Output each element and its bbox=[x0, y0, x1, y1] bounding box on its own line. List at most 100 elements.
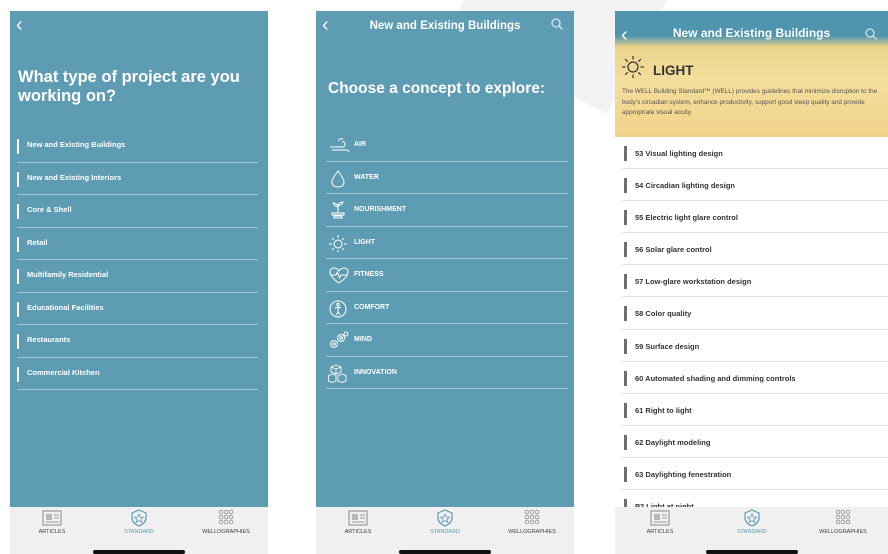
concept-item-water[interactable]: WATER bbox=[326, 162, 568, 194]
list-marker bbox=[17, 204, 19, 219]
list-marker bbox=[624, 306, 627, 322]
heart-pulse-icon bbox=[329, 267, 349, 284]
list-item-label: Core & Shell bbox=[27, 205, 72, 214]
list-marker bbox=[624, 242, 627, 258]
search-icon[interactable] bbox=[864, 27, 878, 41]
tab-label: STANDARD bbox=[124, 529, 154, 535]
tab-wellographies[interactable]: WELLOGRAPHIES bbox=[186, 509, 266, 545]
concept-item-nourishment[interactable]: NOURISHMENT bbox=[326, 194, 568, 227]
mind-icon bbox=[330, 331, 349, 348]
standard-badge-icon bbox=[131, 509, 147, 527]
list-item[interactable]: 57 Low-glare workstation design bbox=[622, 265, 888, 298]
phone-screen-light-features: ‹ New and Existing Buildings LIGHT The W… bbox=[615, 11, 888, 554]
tab-label: ARTICLES bbox=[646, 529, 674, 535]
concept-name: LIGHT bbox=[653, 63, 694, 78]
tab-articles[interactable]: ARTICLES bbox=[620, 509, 700, 545]
standard-badge-icon bbox=[744, 509, 760, 527]
tab-standard[interactable]: STANDARD bbox=[712, 509, 792, 545]
sun-icon bbox=[329, 234, 347, 252]
sun-icon bbox=[622, 56, 644, 78]
list-marker bbox=[17, 269, 19, 284]
list-marker bbox=[624, 434, 627, 450]
list-item[interactable]: Commercial Kitchen bbox=[17, 358, 258, 390]
list-item[interactable]: Multifamily Residential bbox=[17, 260, 258, 293]
list-marker bbox=[624, 210, 627, 226]
list-item[interactable]: 60 Automated shading and dimming control… bbox=[622, 362, 888, 394]
list-item-label: Retail bbox=[27, 237, 48, 247]
nav-title: New and Existing Buildings bbox=[369, 20, 521, 32]
tab-standard[interactable]: STANDARD bbox=[99, 509, 179, 545]
list-marker bbox=[624, 402, 627, 418]
home-indicator[interactable] bbox=[399, 550, 491, 554]
list-item[interactable]: 59 Surface design bbox=[622, 330, 888, 362]
list-item[interactable]: Restaurants bbox=[17, 325, 258, 358]
list-marker bbox=[624, 146, 627, 161]
standard-badge-icon bbox=[437, 509, 453, 527]
concept-item-light[interactable]: LIGHT bbox=[326, 227, 568, 259]
concept-description: The WELL Building Standard™ (WELL) provi… bbox=[622, 88, 878, 116]
list-item-label: 63 Daylighting fenestration bbox=[635, 469, 732, 479]
search-icon[interactable] bbox=[550, 17, 564, 31]
list-item[interactable]: Retail bbox=[17, 228, 258, 260]
articles-icon bbox=[348, 510, 368, 526]
list-item[interactable]: 54 Circadian lighting design bbox=[622, 169, 888, 202]
tab-label: STANDARD bbox=[430, 529, 460, 535]
list-item-label: 53 Visual lighting design bbox=[635, 149, 723, 158]
concept-label: MIND bbox=[354, 336, 372, 343]
wellographies-grid-icon bbox=[524, 509, 540, 525]
concept-item-mind[interactable]: MIND bbox=[326, 324, 568, 357]
tab-label: ARTICLES bbox=[344, 529, 372, 535]
list-item[interactable]: 61 Right to light bbox=[622, 394, 888, 426]
list-item[interactable]: 58 Color quality bbox=[622, 297, 888, 330]
comfort-icon bbox=[329, 300, 347, 317]
wellographies-grid-icon bbox=[835, 509, 851, 525]
list-item[interactable]: New and Existing Interiors bbox=[17, 163, 258, 195]
phone-screen-concepts: ‹ New and Existing Buildings Choose a co… bbox=[316, 11, 574, 554]
list-item[interactable]: 55 Electric light glare control bbox=[622, 201, 888, 234]
list-item-label: 54 Circadian lighting design bbox=[635, 181, 736, 191]
page-title: What type of project are you working on? bbox=[18, 68, 240, 105]
tab-bar: ARTICLES STANDARD WELLOGRAPHIES bbox=[316, 507, 574, 554]
list-marker bbox=[624, 178, 627, 194]
list-item[interactable]: Educational Facilities bbox=[17, 293, 258, 325]
list-item-label: 58 Color quality bbox=[635, 309, 692, 319]
tab-label: WELLOGRAPHIES bbox=[508, 529, 556, 535]
concept-label: INNOVATION bbox=[354, 368, 397, 376]
list-marker bbox=[17, 171, 19, 187]
tab-articles[interactable]: ARTICLES bbox=[318, 509, 398, 545]
list-marker bbox=[624, 274, 627, 290]
back-chevron-icon[interactable]: ‹ bbox=[16, 15, 23, 35]
list-marker bbox=[624, 338, 627, 354]
concept-item-innovation[interactable]: INNOVATION bbox=[326, 357, 568, 389]
home-indicator[interactable] bbox=[705, 550, 798, 554]
list-item[interactable]: 62 Daylight modeling bbox=[622, 426, 888, 458]
concept-label: AIR bbox=[354, 141, 367, 148]
list-item-label: 60 Automated shading and dimming control… bbox=[635, 373, 796, 383]
project-type-list: New and Existing Buildings New and Exist… bbox=[17, 130, 258, 390]
page-title: Choose a concept to explore: bbox=[328, 80, 546, 97]
list-item[interactable]: 56 Solar glare control bbox=[622, 233, 888, 266]
list-item-label: Multifamily Residential bbox=[27, 270, 109, 279]
list-item[interactable]: Core & Shell bbox=[17, 195, 258, 228]
concept-item-air[interactable]: AIR bbox=[326, 129, 568, 162]
home-indicator[interactable] bbox=[93, 550, 185, 554]
water-drop-icon bbox=[331, 169, 345, 188]
list-marker bbox=[624, 370, 627, 386]
tab-label: ARTICLES bbox=[38, 529, 66, 535]
list-item[interactable]: 63 Daylighting fenestration bbox=[622, 458, 888, 491]
list-marker bbox=[17, 334, 19, 349]
tab-wellographies[interactable]: WELLOGRAPHIES bbox=[803, 509, 883, 545]
list-item[interactable]: New and Existing Buildings bbox=[17, 130, 258, 163]
list-item-label: 59 Surface design bbox=[635, 341, 700, 351]
list-item-label: New and Existing Buildings bbox=[27, 140, 126, 149]
list-marker bbox=[17, 366, 19, 382]
tab-wellographies[interactable]: WELLOGRAPHIES bbox=[492, 509, 572, 545]
concept-item-fitness[interactable]: FITNESS bbox=[326, 259, 568, 292]
list-item-label: Commercial Kitchen bbox=[27, 367, 100, 377]
tab-articles[interactable]: ARTICLES bbox=[12, 509, 92, 545]
tab-standard[interactable]: STANDARD bbox=[405, 509, 485, 545]
tab-label: WELLOGRAPHIES bbox=[202, 529, 250, 535]
concept-item-comfort[interactable]: COMFORT bbox=[326, 292, 568, 324]
list-item[interactable]: 53 Visual lighting design bbox=[622, 137, 888, 170]
list-item-label: 61 Right to light bbox=[635, 405, 692, 415]
